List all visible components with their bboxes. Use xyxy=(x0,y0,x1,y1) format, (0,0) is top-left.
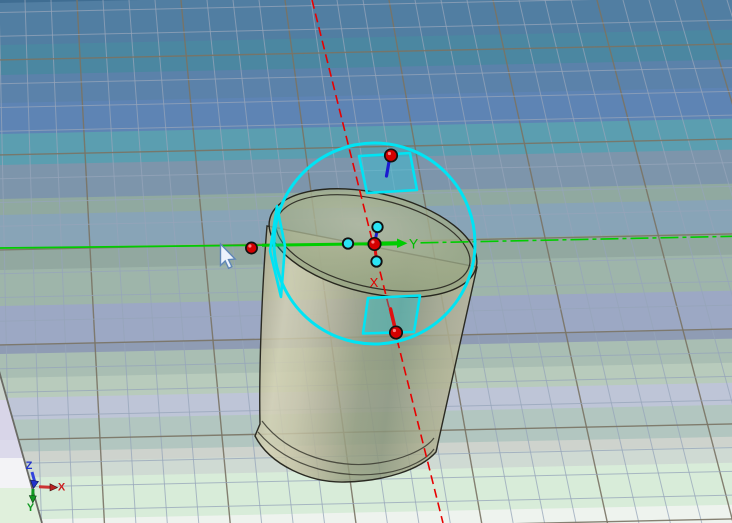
sketch-point[interactable] xyxy=(370,255,383,268)
datum-point[interactable] xyxy=(367,236,382,252)
datum-point[interactable] xyxy=(388,325,404,340)
datum-point-highlight xyxy=(392,328,396,333)
triad-x-label: X xyxy=(58,482,66,494)
sketch-y-axis-label: Y xyxy=(409,236,419,252)
sketch-point[interactable] xyxy=(371,220,384,234)
sketch-point[interactable] xyxy=(341,237,355,250)
datum-point-highlight xyxy=(371,240,375,244)
cad-viewport[interactable]: X Y Z X Y xyxy=(0,0,732,523)
triad-z-label: Z xyxy=(26,460,33,472)
datum-point[interactable] xyxy=(245,241,258,255)
sketch-x-axis-label: X xyxy=(370,275,379,290)
triad-y-label: Y xyxy=(27,502,35,514)
datum-point[interactable] xyxy=(383,148,399,163)
datum-point-highlight xyxy=(387,151,391,156)
datum-point-highlight xyxy=(248,244,252,248)
